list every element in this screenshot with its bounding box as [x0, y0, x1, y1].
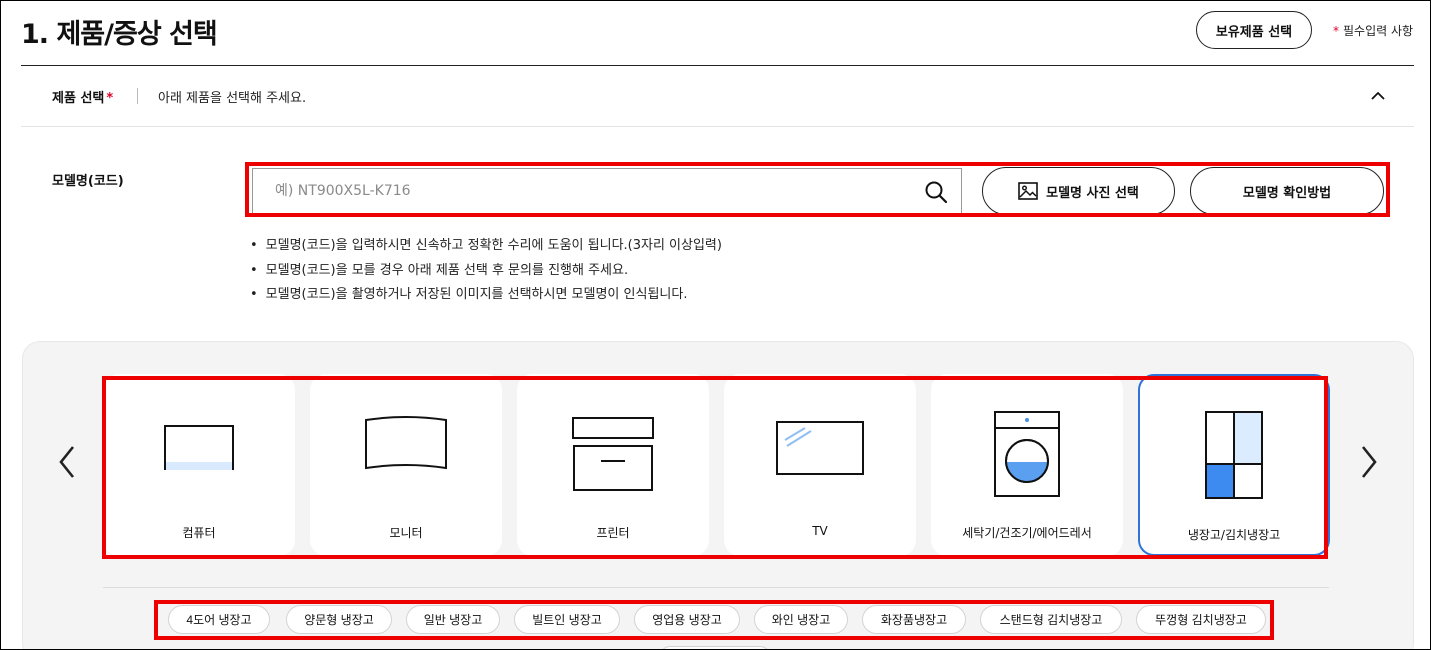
subcategory-chip[interactable]: 화장품냉장고: [862, 605, 966, 634]
section-rule: [21, 126, 1414, 127]
model-photo-button[interactable]: 모델명 사진 선택: [982, 167, 1175, 215]
image-icon: [1018, 182, 1038, 200]
category-label: 프린터: [596, 526, 630, 540]
subcategory-chip[interactable]: 빌트인 냉장고: [514, 605, 620, 634]
category-label: 모니터: [389, 526, 423, 540]
subcategory-chip[interactable]: 스탠드형 김치냉장고: [980, 605, 1122, 634]
model-search-input[interactable]: [253, 169, 893, 213]
subcategory-chip[interactable]: 뚜껑형 김치냉장고: [1136, 605, 1266, 634]
subcategory-chip[interactable]: 양문형 냉장고: [286, 605, 392, 634]
category-label: 세탁기/건조기/에어드레서: [962, 526, 1092, 540]
washer-icon: [994, 411, 1060, 497]
subcategory-rule: [103, 587, 1329, 588]
category-card-computer[interactable]: 컴퓨터: [103, 374, 295, 556]
printer-icon: [572, 417, 654, 491]
model-note: 모델명(코드)을 입력하시면 신속하고 정확한 수리에 도움이 됩니다.(3자리…: [250, 234, 722, 259]
product-section-required-star: *: [106, 91, 114, 106]
model-photo-button-label: 모델명 사진 선택: [1046, 185, 1139, 201]
monitor-icon: [365, 416, 447, 470]
chevron-left-icon[interactable]: [54, 442, 80, 482]
category-label: 컴퓨터: [182, 526, 216, 540]
refrigerator-icon: [1205, 411, 1263, 499]
category-card-refrigerator[interactable]: 냉장고/김치냉장고: [1138, 374, 1330, 556]
category-card-tv[interactable]: TV: [724, 374, 916, 556]
required-note: * 필수입력 사항: [1333, 22, 1413, 39]
category-label: 냉장고/김치냉장고: [1187, 528, 1281, 542]
chevron-right-icon[interactable]: [1356, 442, 1382, 482]
model-label: 모델명(코드): [52, 174, 124, 189]
page-title: 1. 제품/증상 선택: [21, 19, 218, 50]
model-howto-button[interactable]: 모델명 확인방법: [1190, 167, 1384, 215]
model-note: 모델명(코드)을 촬영하거나 저장된 이미지를 선택하시면 모델명이 인식됩니다…: [250, 283, 722, 308]
category-card-monitor[interactable]: 모니터: [310, 374, 502, 556]
subcategory-chip[interactable]: 일반 냉장고: [406, 605, 500, 634]
subcategory-chip-overflow: [660, 646, 770, 650]
model-search-box: [252, 168, 962, 214]
owned-product-button[interactable]: 보유제품 선택: [1196, 11, 1312, 49]
model-note: 모델명(코드)을 모를 경우 아래 제품 선택 후 문의를 진행해 주세요.: [250, 259, 722, 284]
title-rule: [21, 65, 1414, 66]
section-divider: [137, 88, 138, 104]
tv-icon: [776, 421, 864, 475]
search-icon[interactable]: [924, 180, 948, 204]
laptop-icon: [164, 425, 234, 470]
product-section-description: 아래 제품을 선택해 주세요.: [158, 91, 307, 106]
subcategory-chip[interactable]: 와인 냉장고: [754, 605, 848, 634]
category-card-printer[interactable]: 프린터: [517, 374, 709, 556]
category-card-washer[interactable]: 세탁기/건조기/에어드레서: [931, 374, 1123, 556]
chevron-up-icon[interactable]: [1369, 87, 1387, 105]
model-notes: 모델명(코드)을 입력하시면 신속하고 정확한 수리에 도움이 됩니다.(3자리…: [250, 234, 722, 308]
subcategory-chip[interactable]: 영업용 냉장고: [634, 605, 740, 634]
required-note-text: 필수입력 사항: [1343, 24, 1414, 38]
product-section-label-text: 제품 선택: [52, 91, 105, 106]
product-section-label: 제품 선택 *: [52, 87, 113, 106]
category-label: TV: [812, 524, 828, 538]
required-star: *: [1333, 24, 1339, 38]
subcategory-chip[interactable]: 4도어 냉장고: [168, 605, 270, 634]
